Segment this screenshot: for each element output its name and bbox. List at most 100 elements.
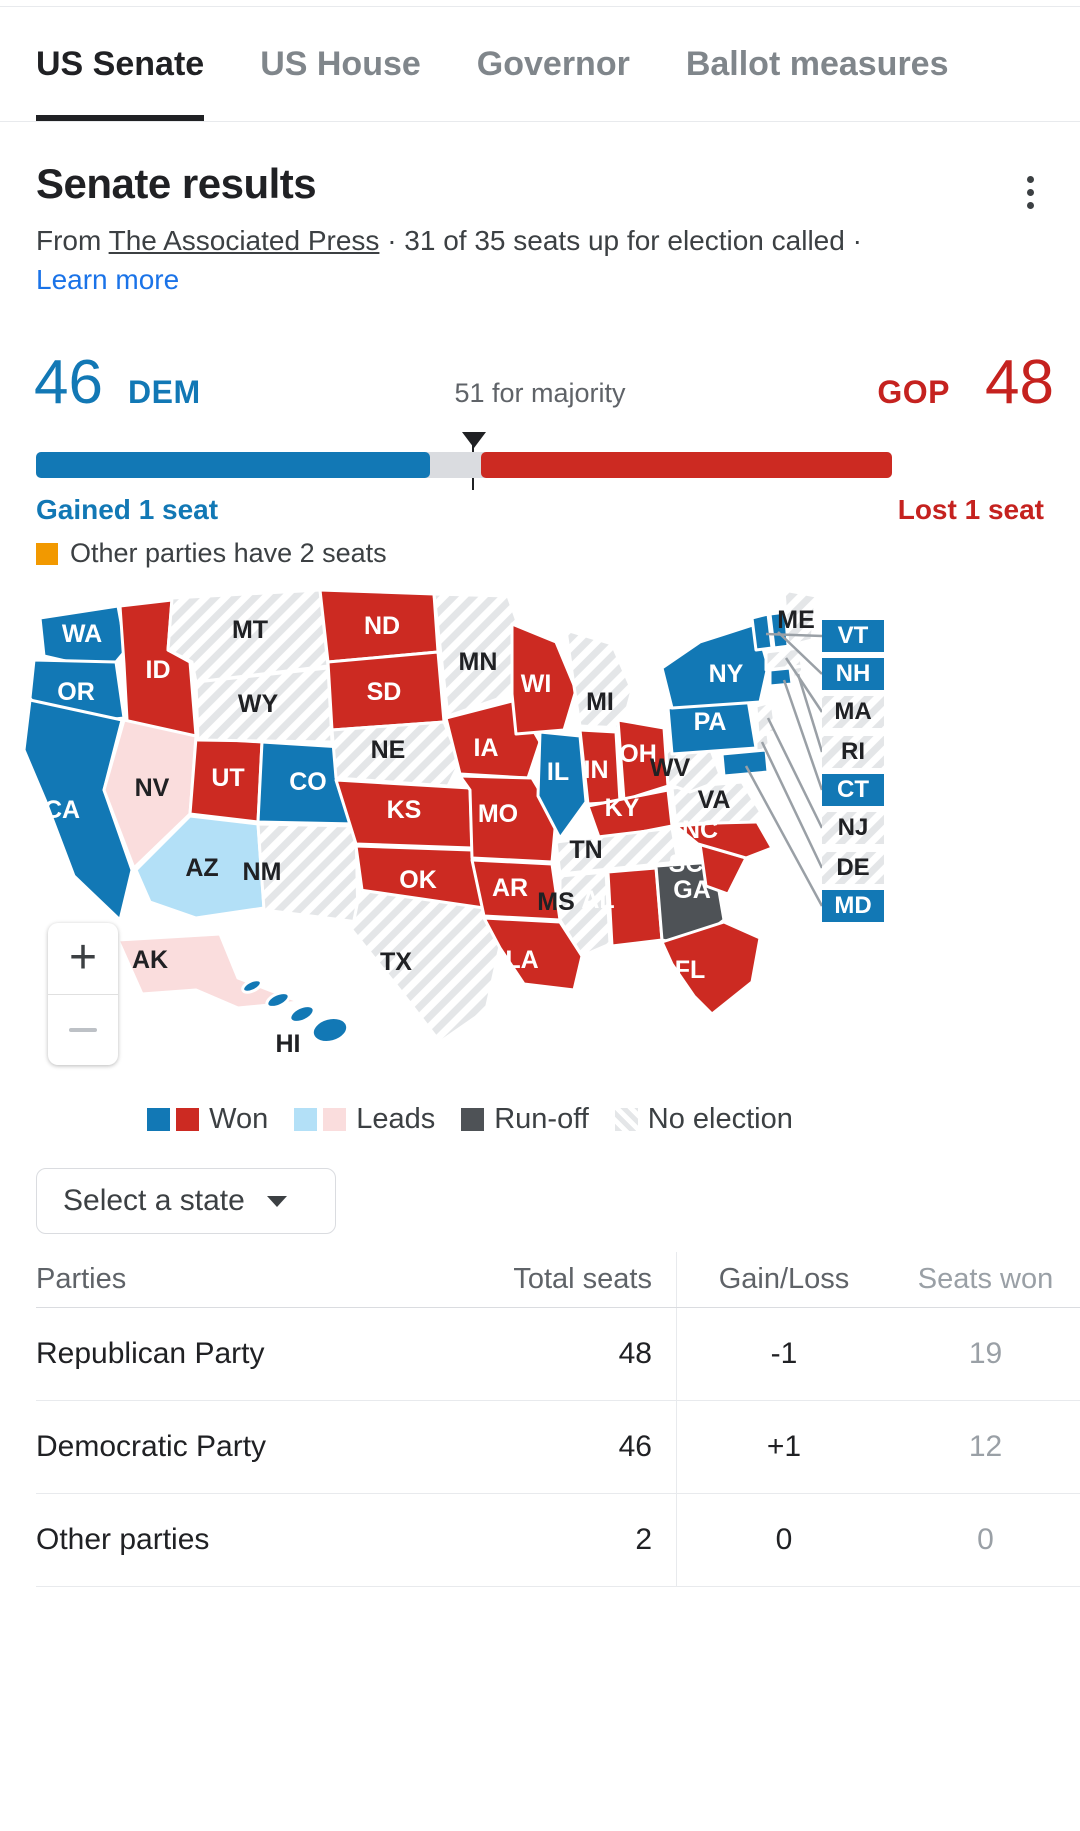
subtitle-mid: · 31 of 35 seats up for election called … xyxy=(379,225,862,256)
select-state-dropdown[interactable]: Select a state xyxy=(36,1168,336,1234)
callout-label-ma: MA xyxy=(834,698,871,725)
cell-seats-won: 0 xyxy=(977,1523,994,1556)
svg-text:CA: CA xyxy=(44,796,80,824)
svg-text:WV: WV xyxy=(650,754,691,782)
select-state-label: Select a state xyxy=(63,1184,245,1217)
map-state-ct[interactable] xyxy=(768,666,794,688)
callout-boxes[interactable]: VT NH MA RI CT NJ DE MD xyxy=(822,620,884,922)
svg-text:VA: VA xyxy=(698,786,731,814)
map-state-tx[interactable] xyxy=(350,888,502,1044)
chevron-down-icon xyxy=(266,1195,287,1207)
svg-text:FL: FL xyxy=(675,956,706,984)
svg-text:MS: MS xyxy=(537,888,575,916)
tab-us-senate[interactable]: US Senate xyxy=(36,7,232,121)
map-svg[interactable]: VT NH MA RI CT NJ DE MD WA OR CA ID NV U… xyxy=(0,590,940,1080)
svg-text:SD: SD xyxy=(367,678,402,706)
source-link[interactable]: The Associated Press xyxy=(109,225,380,256)
legend-swatch-dem-leads xyxy=(294,1108,318,1131)
legend-label-no-election: No election xyxy=(647,1103,793,1135)
svg-text:WY: WY xyxy=(238,690,279,718)
table-row: Other parties 2 0 0 xyxy=(36,1494,1080,1587)
zoom-in-button[interactable]: + xyxy=(48,923,118,994)
learn-more-link[interactable]: Learn more xyxy=(36,264,179,295)
minus-icon xyxy=(69,1027,97,1032)
parties-table: Parties Total seats Gain/Loss Seats won … xyxy=(36,1252,1080,1587)
svg-text:NY: NY xyxy=(709,660,744,688)
cell-party: Republican Party xyxy=(36,1337,265,1370)
svg-text:CO: CO xyxy=(289,768,327,796)
svg-text:OK: OK xyxy=(399,866,437,894)
th-seats-won: Seats won xyxy=(917,1263,1054,1295)
svg-text:NM: NM xyxy=(243,858,282,886)
cell-total-seats: 2 xyxy=(635,1523,652,1556)
tab-label: US Senate xyxy=(36,44,205,83)
legend-item-no-election: No election xyxy=(614,1103,793,1136)
dem-seat-change: Gained 1 seat xyxy=(36,494,219,525)
map-zoom-controls[interactable]: + xyxy=(48,923,118,1065)
seat-bar-gop xyxy=(481,452,892,478)
svg-text:WI: WI xyxy=(521,670,552,698)
legend-swatch-dem-won xyxy=(147,1108,171,1131)
cell-party: Other parties xyxy=(36,1523,210,1556)
tab-governor[interactable]: Governor xyxy=(449,7,658,121)
seat-bar xyxy=(36,452,892,478)
svg-text:ND: ND xyxy=(364,612,400,640)
seat-summary: 46 DEM 51 for majority GOP 48 xyxy=(0,352,1080,424)
svg-text:MT: MT xyxy=(232,616,268,644)
table-header-row: Parties Total seats Gain/Loss Seats won xyxy=(36,1252,1080,1308)
results-tab-bar: US Senate US House Governor Ballot measu… xyxy=(0,6,1080,122)
cell-gain-loss: -1 xyxy=(676,1308,891,1400)
legend-label-leads: Leads xyxy=(356,1103,436,1135)
svg-text:NE: NE xyxy=(371,736,406,764)
svg-text:LA: LA xyxy=(505,946,538,974)
seat-bar-dem xyxy=(36,452,430,478)
map-state-vt[interactable] xyxy=(750,612,774,652)
svg-text:WA: WA xyxy=(62,620,102,648)
us-election-map[interactable]: VT NH MA RI CT NJ DE MD WA OR CA ID NV U… xyxy=(0,590,940,1080)
cell-total-seats: 48 xyxy=(618,1337,652,1370)
tab-label: US House xyxy=(260,44,421,83)
zoom-out-button[interactable] xyxy=(48,995,118,1066)
legend-item-runoff: Run-off xyxy=(461,1103,589,1136)
table-row: Democratic Party 46 +1 12 xyxy=(36,1401,1080,1494)
subtitle-from: From xyxy=(36,225,102,256)
callout-label-ct: CT xyxy=(837,776,869,803)
other-parties-note: Other parties have 2 seats xyxy=(36,538,387,569)
other-party-swatch-icon xyxy=(36,542,58,565)
svg-text:AR: AR xyxy=(492,874,528,902)
svg-text:NV: NV xyxy=(135,774,170,802)
svg-text:IL: IL xyxy=(547,758,569,786)
majority-marker-icon xyxy=(462,432,486,448)
svg-text:TN: TN xyxy=(569,836,602,864)
cell-party: Democratic Party xyxy=(36,1430,267,1463)
svg-text:ME: ME xyxy=(777,606,815,634)
legend-swatch-gop-leads xyxy=(323,1108,347,1131)
svg-text:IA: IA xyxy=(474,734,499,762)
svg-text:MI: MI xyxy=(586,688,614,716)
map-state-al[interactable] xyxy=(606,866,664,948)
callout-label-nh: NH xyxy=(836,660,871,687)
table-row: Republican Party 48 -1 19 xyxy=(36,1308,1080,1401)
gop-seat-count: 48 xyxy=(985,348,1054,417)
tab-ballot-measures[interactable]: Ballot measures xyxy=(658,7,977,121)
svg-text:SC: SC xyxy=(669,850,704,878)
cell-seats-won: 12 xyxy=(968,1430,1003,1463)
cell-seats-won: 19 xyxy=(968,1337,1003,1370)
svg-text:IN: IN xyxy=(584,756,609,784)
svg-text:OR: OR xyxy=(57,678,95,706)
overflow-menu-icon[interactable] xyxy=(1008,168,1052,216)
th-gain-loss: Gain/Loss xyxy=(676,1252,891,1307)
map-legend: Won Leads Run-off No election xyxy=(0,1103,940,1136)
legend-swatch-gop-won xyxy=(176,1108,200,1131)
svg-text:MO: MO xyxy=(478,800,518,828)
callout-label-nj: NJ xyxy=(838,814,869,841)
callout-label-md: MD xyxy=(834,892,871,919)
svg-text:TX: TX xyxy=(380,948,412,976)
results-subtitle: From The Associated Press · 31 of 35 sea… xyxy=(36,222,886,299)
tab-us-house[interactable]: US House xyxy=(232,7,449,121)
legend-label-won: Won xyxy=(209,1103,269,1135)
callout-label-ri: RI xyxy=(841,738,865,765)
svg-text:KY: KY xyxy=(605,794,640,822)
map-state-md[interactable] xyxy=(720,748,770,778)
svg-text:UT: UT xyxy=(211,764,244,792)
